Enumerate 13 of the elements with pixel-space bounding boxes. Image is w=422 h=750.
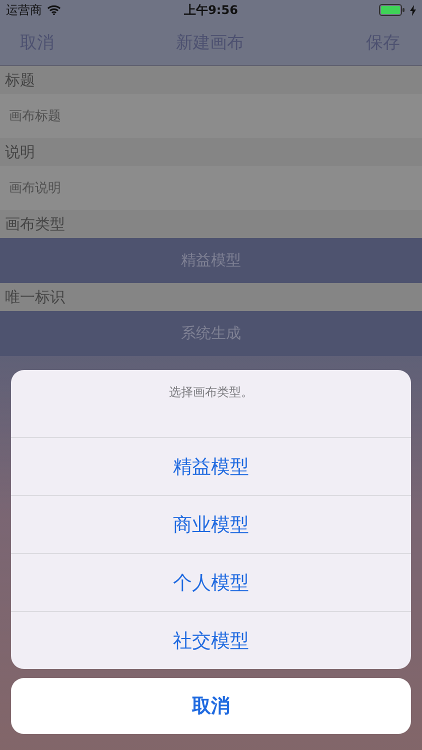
- input-field[interactable]: 画布说明: [0, 166, 422, 210]
- sheet-option[interactable]: 个人模型: [11, 553, 411, 611]
- carrier-name: 运营商: [6, 2, 42, 18]
- sheet-option[interactable]: 社交模型: [11, 611, 411, 669]
- charging-icon: [410, 4, 416, 16]
- wifi-icon: [47, 5, 61, 15]
- status-time: 上午9:56: [184, 2, 238, 18]
- input-field[interactable]: 画布标题: [0, 94, 422, 138]
- battery-icon: [379, 4, 405, 16]
- sheet-cancel-button[interactable]: 取消: [11, 678, 411, 734]
- sheet-option[interactable]: 精益模型: [11, 437, 411, 495]
- sheet-option[interactable]: 商业模型: [11, 495, 411, 553]
- sheet-message: 选择画布类型。: [168, 384, 254, 401]
